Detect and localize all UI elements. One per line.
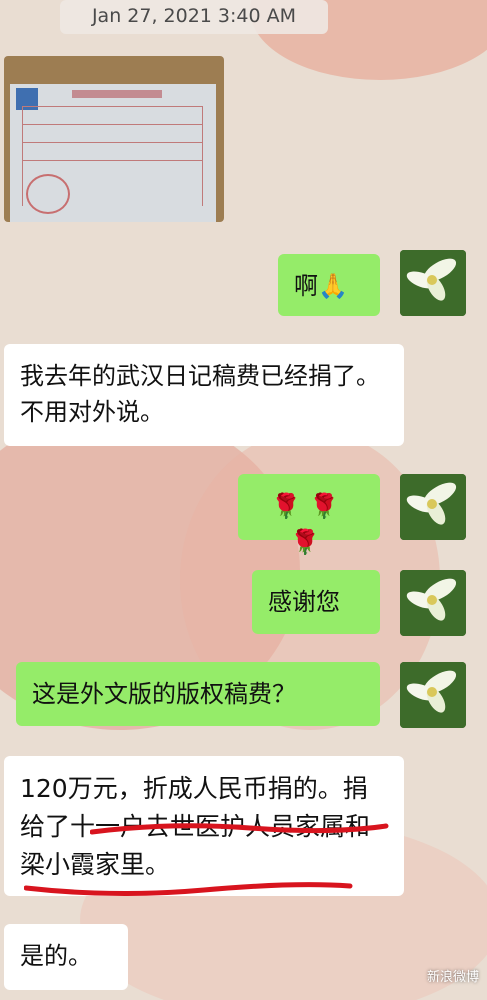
message-bubble[interactable]: 🌹🌹🌹 [238,474,380,556]
donation-receipt-image [10,84,216,222]
watermark: 新浪微博 [426,970,479,985]
message-bubble[interactable]: 我去年的武汉日记稿费已经捐了。不用对外说。 [4,344,404,446]
message-bubble[interactable]: 啊🙏 [278,254,380,316]
receipt-photo-message[interactable] [4,56,224,222]
flower-icon [400,250,466,316]
avatar[interactable] [400,570,466,636]
flower-icon [400,474,466,540]
avatar[interactable] [400,474,466,540]
avatar[interactable] [400,250,466,316]
message-bubble[interactable]: 这是外文版的版权稿费？ [16,662,380,726]
red-underline [24,882,353,897]
message-timestamp: Jan 27, 2021 3:40 AM [60,0,328,34]
message-bubble[interactable]: 感谢您 [252,570,380,634]
red-underline [90,823,389,835]
message-bubble[interactable]: 是的。 [4,924,128,990]
flower-icon [400,570,466,636]
avatar[interactable] [400,662,466,728]
flower-icon [400,662,466,728]
